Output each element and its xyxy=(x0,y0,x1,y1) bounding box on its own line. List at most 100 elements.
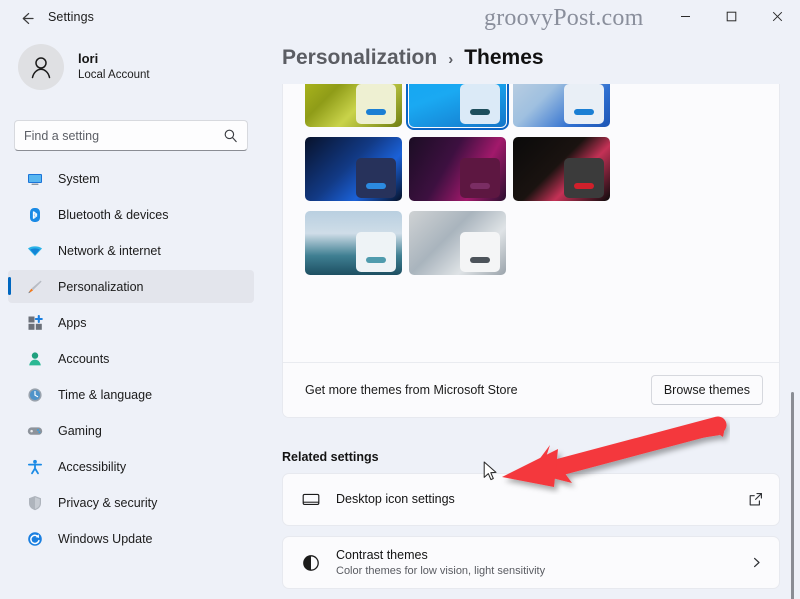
theme-accent-bar xyxy=(574,183,594,189)
theme-window-preview xyxy=(564,158,604,198)
paintbrush-icon xyxy=(26,278,43,295)
sidebar-item-windows-update[interactable]: Windows Update xyxy=(8,522,254,555)
accessibility-icon xyxy=(26,458,43,475)
row-title: Desktop icon settings xyxy=(336,492,455,507)
minimize-button[interactable] xyxy=(662,0,708,32)
theme-window-preview xyxy=(356,84,396,124)
browse-themes-button[interactable]: Browse themes xyxy=(650,375,763,405)
sidebar-item-label: System xyxy=(58,171,100,186)
theme-window-preview xyxy=(356,158,396,198)
sidebar-item-accessibility[interactable]: Accessibility xyxy=(8,450,254,483)
themes-card: Get more themes from Microsoft Store Bro… xyxy=(282,84,780,418)
page-title: Themes xyxy=(464,46,544,69)
theme-accent-bar xyxy=(470,183,490,189)
sidebar-item-label: Accessibility xyxy=(58,459,127,474)
sidebar-item-label: Windows Update xyxy=(58,531,153,546)
sidebar-item-time-language[interactable]: Time & language xyxy=(8,378,254,411)
theme-accent-bar xyxy=(366,257,386,263)
account-name: lori xyxy=(78,51,99,67)
person-avatar-icon xyxy=(31,57,51,79)
row-subtitle: Color themes for low vision, light sensi… xyxy=(336,564,546,577)
theme-window-preview xyxy=(564,84,604,124)
theme-thumbnail[interactable] xyxy=(305,211,402,275)
sidebar-item-apps[interactable]: Apps xyxy=(8,306,254,339)
gamepad-icon xyxy=(26,422,43,439)
sidebar-item-network-internet[interactable]: Network & internet xyxy=(8,234,254,267)
contrast-icon xyxy=(301,553,329,573)
sidebar-item-label: Network & internet xyxy=(58,243,161,258)
sidebar-item-privacy-security[interactable]: Privacy & security xyxy=(8,486,254,519)
back-button[interactable] xyxy=(14,5,40,31)
accounts-icon xyxy=(26,350,43,367)
apps-icon xyxy=(26,314,43,331)
get-more-themes-row: Get more themes from Microsoft Store Bro… xyxy=(283,362,779,417)
search-icon xyxy=(223,128,238,143)
sidebar-item-label: Apps xyxy=(58,315,87,330)
breadcrumb: Personalization › Themes xyxy=(282,46,544,70)
theme-thumbnail[interactable] xyxy=(513,137,610,201)
theme-window-preview xyxy=(460,158,500,198)
back-arrow-icon xyxy=(22,12,34,24)
contrast-themes-row[interactable]: Contrast themes Color themes for low vis… xyxy=(282,536,780,589)
theme-accent-bar xyxy=(574,109,594,115)
settings-window: Settings groovyPost.com lori Local Accou… xyxy=(0,0,800,599)
wifi-icon xyxy=(26,242,43,259)
close-button[interactable] xyxy=(754,0,800,32)
content-area: Personalization › Themes Get more themes… xyxy=(262,36,800,599)
search-input[interactable] xyxy=(24,128,223,143)
maximize-icon xyxy=(726,11,736,21)
sidebar-item-label: Personalization xyxy=(58,279,144,294)
sidebar-nav: System Bluetooth & devices Network & int… xyxy=(8,162,254,558)
breadcrumb-parent[interactable]: Personalization xyxy=(282,46,437,70)
theme-accent-bar xyxy=(366,183,386,189)
close-icon xyxy=(772,11,782,21)
theme-thumbnail[interactable] xyxy=(513,84,610,127)
theme-window-preview xyxy=(356,232,396,272)
desktop-icon-settings-row[interactable]: Desktop icon settings xyxy=(282,473,780,526)
window-controls xyxy=(662,0,800,32)
theme-accent-bar xyxy=(470,109,490,115)
bluetooth-icon xyxy=(26,206,43,223)
search-box[interactable] xyxy=(14,120,248,151)
theme-thumbnail[interactable] xyxy=(409,137,506,201)
row-title: Contrast themes xyxy=(336,547,428,562)
maximize-button[interactable] xyxy=(708,0,754,32)
avatar xyxy=(18,44,64,90)
content-scrollbar[interactable] xyxy=(788,82,798,599)
sidebar-item-label: Accounts xyxy=(58,351,110,366)
update-icon xyxy=(26,530,43,547)
related-settings-heading: Related settings xyxy=(282,450,379,464)
sidebar-item-personalization[interactable]: Personalization xyxy=(8,270,254,303)
theme-thumbnail[interactable] xyxy=(409,211,506,275)
title-bar: Settings xyxy=(0,0,800,36)
sidebar-item-system[interactable]: System xyxy=(8,162,254,195)
theme-thumbnail-selected[interactable] xyxy=(406,84,509,130)
account-summary[interactable]: lori Local Account xyxy=(18,44,150,90)
theme-thumbnail[interactable] xyxy=(305,84,402,127)
external-link-icon xyxy=(748,492,763,507)
system-icon xyxy=(26,170,43,187)
theme-thumbnail[interactable] xyxy=(305,137,402,201)
monitor-icon xyxy=(301,490,329,510)
theme-thumbnail-grid xyxy=(305,84,617,285)
account-subtitle: Local Account xyxy=(78,68,150,81)
chevron-right-icon: › xyxy=(448,51,454,68)
theme-accent-bar xyxy=(366,109,386,115)
chevron-right-icon xyxy=(750,556,763,569)
sidebar: lori Local Account Find a setting System… xyxy=(0,36,262,599)
theme-accent-bar xyxy=(470,257,490,263)
get-more-themes-label: Get more themes from Microsoft Store xyxy=(305,383,518,397)
theme-window-preview xyxy=(460,232,500,272)
sidebar-item-label: Bluetooth & devices xyxy=(58,207,169,222)
app-title: Settings xyxy=(48,10,94,24)
clock-icon xyxy=(26,386,43,403)
sidebar-item-bluetooth-devices[interactable]: Bluetooth & devices xyxy=(8,198,254,231)
sidebar-item-gaming[interactable]: Gaming xyxy=(8,414,254,447)
sidebar-item-accounts[interactable]: Accounts xyxy=(8,342,254,375)
sidebar-item-label: Gaming xyxy=(58,423,102,438)
theme-window-preview xyxy=(460,84,500,124)
watermark-groovypost: groovyPost.com xyxy=(484,5,644,31)
sidebar-item-label: Privacy & security xyxy=(58,495,158,510)
scrollbar-thumb[interactable] xyxy=(791,392,794,599)
minimize-icon xyxy=(680,15,690,17)
